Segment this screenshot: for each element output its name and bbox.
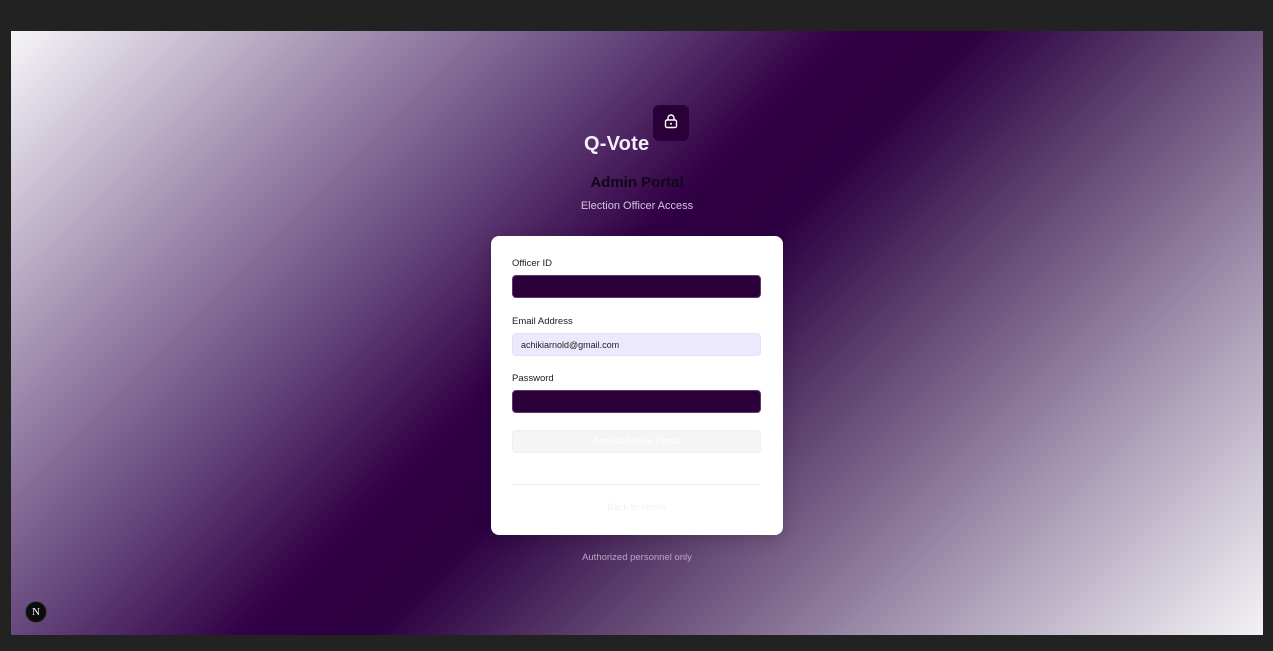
login-card: Officer ID Email Address Password Access…: [491, 236, 783, 535]
authorized-note: Authorized personnel only: [582, 552, 692, 563]
page-background: Q-Vote Admin Portal Election Officer Acc…: [11, 31, 1263, 635]
password-input[interactable]: [512, 390, 761, 413]
back-to-home-link[interactable]: Back to Home: [491, 502, 783, 513]
email-label: Email Address: [512, 316, 573, 327]
lock-icon: [663, 113, 679, 134]
password-label: Password: [512, 373, 554, 384]
lock-badge: [653, 105, 689, 141]
officer-id-label: Officer ID: [512, 258, 552, 269]
brand-name: Q-Vote: [584, 133, 650, 155]
divider: [512, 484, 760, 485]
access-admin-portal-button[interactable]: Access Admin Portal: [512, 430, 761, 453]
email-input[interactable]: [512, 333, 761, 356]
brand-header: Q-Vote: [11, 105, 1263, 155]
page-title: Admin Portal: [590, 174, 684, 191]
dev-indicator-icon[interactable]: N: [25, 601, 47, 623]
page-subtitle: Election Officer Access: [580, 200, 694, 212]
officer-id-input[interactable]: [512, 275, 761, 298]
